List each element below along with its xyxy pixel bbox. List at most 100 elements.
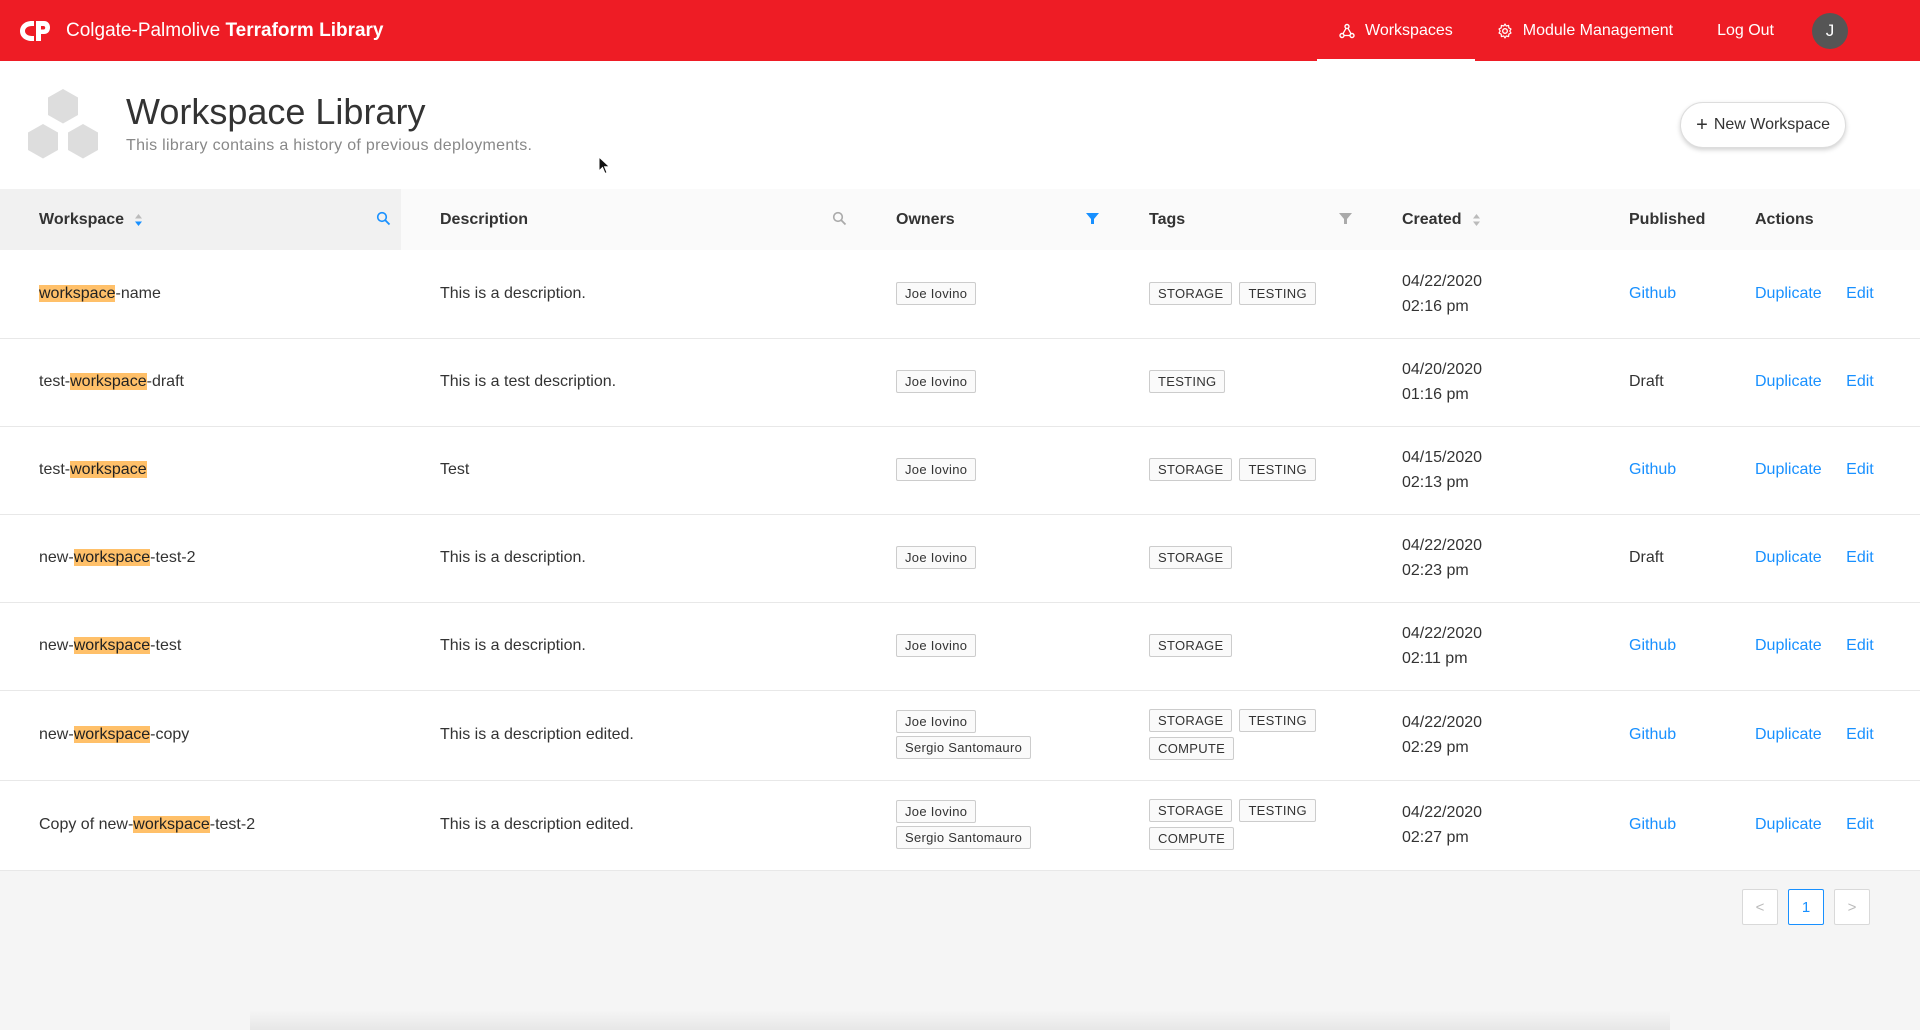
- tag-badge: STORAGE: [1149, 546, 1233, 569]
- pagination-prev[interactable]: <: [1742, 889, 1778, 925]
- colgate-logo-icon: [20, 20, 50, 41]
- duplicate-button[interactable]: Duplicate: [1755, 637, 1822, 654]
- search-icon[interactable]: [832, 211, 847, 226]
- filter-icon[interactable]: [1338, 211, 1353, 226]
- github-link[interactable]: Github: [1629, 816, 1676, 833]
- edit-button[interactable]: Edit: [1846, 461, 1874, 478]
- duplicate-button[interactable]: Duplicate: [1755, 285, 1822, 302]
- cell-description: This is a description.: [401, 514, 857, 603]
- cell-published: Github: [1590, 690, 1716, 781]
- cell-owners: Joe Iovino Sergio Santomauro: [857, 690, 1110, 781]
- duplicate-button[interactable]: Duplicate: [1755, 726, 1822, 743]
- table-row: Copy of new-workspace-test-2 This is a d…: [0, 780, 1920, 871]
- cell-workspace-name: new-workspace-test-2: [0, 514, 401, 603]
- cell-published: Github: [1590, 250, 1716, 339]
- duplicate-button[interactable]: Duplicate: [1755, 373, 1822, 390]
- github-link[interactable]: Github: [1629, 726, 1676, 743]
- tag-badge: TESTING: [1239, 709, 1316, 732]
- duplicate-button[interactable]: Duplicate: [1755, 461, 1822, 478]
- duplicate-button[interactable]: Duplicate: [1755, 549, 1822, 566]
- edit-button[interactable]: Edit: [1846, 816, 1874, 833]
- column-label-workspace: Workspace: [39, 210, 125, 228]
- brand-title: Colgate-Palmolive Terraform Library: [66, 19, 384, 41]
- cell-created: 04/22/2020 02:23 pm: [1363, 514, 1590, 603]
- cell-tags: STORAGE TESTING: [1110, 250, 1363, 339]
- page-subtitle: This library contains a history of previ…: [126, 137, 533, 154]
- filter-icon[interactable]: [1085, 211, 1100, 226]
- new-workspace-label: New Workspace: [1713, 116, 1830, 133]
- pagination: < 1 >: [1732, 889, 1870, 925]
- column-label-actions: Actions: [1755, 210, 1814, 228]
- chevron-right-icon: >: [1847, 898, 1857, 916]
- workspace-name: test-workspace-draft: [39, 373, 184, 390]
- column-header-published: Published: [1590, 189, 1716, 250]
- top-navigation-bar: Colgate-Palmolive Terraform Library Work…: [0, 0, 1920, 61]
- tag-badge: TESTING: [1149, 370, 1226, 393]
- tag-badge: STORAGE: [1149, 458, 1233, 481]
- main-nav: Workspaces Module Management Log Out J: [1317, 0, 1920, 61]
- logout-link[interactable]: Log Out: [1695, 0, 1796, 61]
- cell-published: Github: [1590, 780, 1716, 871]
- duplicate-button[interactable]: Duplicate: [1755, 816, 1822, 833]
- column-header-workspace[interactable]: Workspace: [0, 189, 401, 250]
- cell-description: This is a description edited.: [401, 690, 857, 781]
- sort-icon[interactable]: [134, 213, 143, 227]
- edit-button[interactable]: Edit: [1846, 726, 1874, 743]
- owner-tag: Joe Iovino: [896, 634, 977, 657]
- table-row: test-workspace Test Joe Iovino STORAGE TE…: [0, 426, 1920, 515]
- column-label-published: Published: [1629, 210, 1706, 228]
- cell-actions: Duplicate Edit: [1716, 602, 1920, 691]
- table-row: new-workspace-copy This is a description…: [0, 690, 1920, 781]
- nav-workspaces[interactable]: Workspaces: [1317, 0, 1475, 61]
- sort-icon[interactable]: [1472, 213, 1481, 227]
- owner-tag: Joe Iovino: [896, 281, 977, 305]
- column-header-tags[interactable]: Tags: [1110, 189, 1363, 250]
- nav-module-management-label: Module Management: [1522, 21, 1674, 39]
- column-label-owners: Owners: [896, 210, 955, 228]
- cell-description: This is a test description.: [401, 338, 857, 427]
- github-link[interactable]: Github: [1629, 285, 1676, 302]
- draft-status: Draft: [1629, 549, 1664, 566]
- logout-label: Log Out: [1717, 21, 1774, 39]
- workspace-name: test-workspace: [39, 461, 147, 478]
- workspace-name: new-workspace-copy: [39, 726, 190, 743]
- column-header-description[interactable]: Description: [401, 189, 857, 250]
- bottom-shadow: [250, 1010, 1670, 1030]
- plus-icon: +: [1696, 114, 1708, 136]
- brand[interactable]: Colgate-Palmolive Terraform Library: [18, 18, 384, 44]
- owner-tag: Joe Iovino: [896, 546, 977, 569]
- edit-button[interactable]: Edit: [1846, 285, 1874, 302]
- cell-created: 04/20/2020 01:16 pm: [1363, 338, 1590, 427]
- column-label-created: Created: [1402, 210, 1462, 228]
- cell-created: 04/22/2020 02:11 pm: [1363, 602, 1590, 691]
- edit-button[interactable]: Edit: [1846, 637, 1874, 654]
- owner-tag: Joe Iovino: [896, 800, 977, 823]
- search-icon[interactable]: [376, 211, 391, 226]
- github-link[interactable]: Github: [1629, 637, 1676, 654]
- edit-button[interactable]: Edit: [1846, 373, 1874, 390]
- cell-published: Draft: [1590, 338, 1716, 427]
- cell-workspace-name: new-workspace-copy: [0, 690, 401, 781]
- pagination-page-1[interactable]: 1: [1788, 889, 1824, 925]
- tag-badge: TESTING: [1239, 458, 1316, 481]
- hexagon-cluster-icon: [28, 89, 98, 159]
- github-link[interactable]: Github: [1629, 461, 1676, 478]
- column-header-actions: Actions: [1716, 189, 1920, 250]
- tag-badge: STORAGE: [1149, 799, 1233, 822]
- owner-tag: Sergio Santomauro: [896, 736, 1032, 759]
- nav-module-management[interactable]: Module Management: [1475, 0, 1695, 61]
- cell-workspace-name: Copy of new-workspace-test-2: [0, 780, 401, 871]
- user-avatar[interactable]: J: [1812, 12, 1848, 49]
- cell-tags: TESTING: [1110, 338, 1363, 427]
- tag-badge: COMPUTE: [1149, 737, 1235, 760]
- column-header-created[interactable]: Created: [1363, 189, 1590, 250]
- table-row: test-workspace-draft This is a test desc…: [0, 338, 1920, 427]
- workspace-table: Workspace Description Owners Tags Create…: [0, 189, 1920, 871]
- cell-published: Github: [1590, 602, 1716, 691]
- pagination-next[interactable]: >: [1834, 889, 1870, 925]
- edit-button[interactable]: Edit: [1846, 549, 1874, 566]
- tag-badge: STORAGE: [1149, 709, 1233, 732]
- new-workspace-button[interactable]: + New Workspace: [1680, 102, 1846, 148]
- created-time: 02:29 pm: [1402, 739, 1469, 756]
- column-header-owners[interactable]: Owners: [857, 189, 1110, 250]
